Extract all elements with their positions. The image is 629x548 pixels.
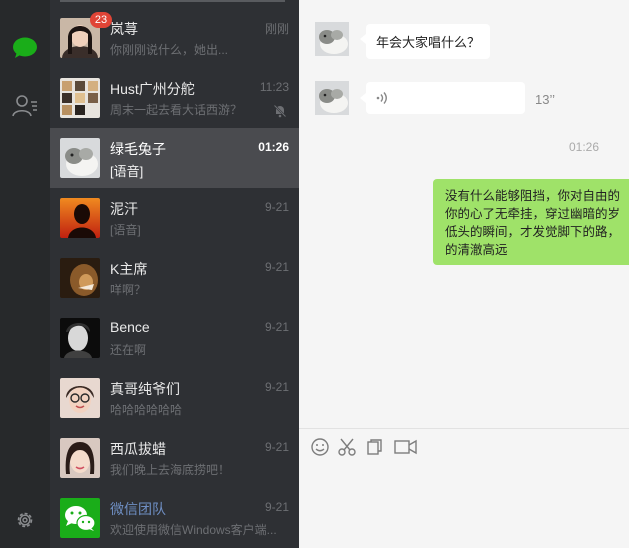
conversation-time: 9-21 <box>264 260 289 274</box>
voice-duration: 13’’ <box>535 92 556 107</box>
conversation-preview: 哈哈哈哈哈哈 <box>110 403 183 417</box>
conversation-name: 岚荨 <box>110 21 138 37</box>
chat-bubble-icon <box>13 37 37 58</box>
conversation-item[interactable]: 微信团队 9-21 欢迎使用微信Windows客户端... <box>50 488 299 548</box>
message-line: 你的心了无牵挂，穿过幽暗的岁 <box>445 207 621 221</box>
avatar <box>60 258 100 298</box>
contacts-tab[interactable] <box>0 86 50 126</box>
message-line: 低头的瞬间，才发觉脚下的路， <box>445 225 621 239</box>
contacts-icon <box>12 95 37 117</box>
conversation-time: 刚刚 <box>264 22 289 36</box>
avatar <box>60 318 100 358</box>
settings-button[interactable] <box>0 500 50 540</box>
conversation-item[interactable]: 23 岚荨 刚刚 你刚刚说什么，她出... <box>50 8 299 68</box>
list-top-divider <box>60 0 285 2</box>
conversation-name: 西瓜拔蜡 <box>110 441 166 457</box>
message-line: 的清澈高远 <box>445 243 508 257</box>
avatar <box>60 78 100 118</box>
avatar <box>60 498 100 538</box>
voice-message-bubble[interactable] <box>360 82 525 114</box>
conversation-preview: [语音] <box>110 223 141 237</box>
copy-icon <box>367 439 382 455</box>
conversation-name: 真哥纯爷们 <box>110 381 180 397</box>
video-call-icon <box>394 439 417 455</box>
conversation-time: 9-21 <box>264 200 289 214</box>
avatar <box>60 378 100 418</box>
conversation-item[interactable]: 西瓜拔蜡 9-21 我们晚上去海底捞吧！ <box>50 428 299 488</box>
scissors-icon <box>338 438 356 456</box>
conversation-time: 11:23 <box>259 80 289 94</box>
conversation-item[interactable]: 绿毛兔子 01:26 [语音] <box>50 128 299 188</box>
conversation-item[interactable]: Bence 9-21 还在啊 <box>50 308 299 368</box>
contact-avatar[interactable] <box>315 22 349 56</box>
conversation-preview: 周末一起去看大话西游？ <box>110 103 243 117</box>
video-call-button[interactable] <box>393 436 419 458</box>
input-divider <box>299 428 629 429</box>
conversation-time: 9-21 <box>264 500 289 514</box>
message-line: 没有什么能够阻挡，你对自由的 <box>445 189 621 203</box>
conversation-name: K主席 <box>110 261 148 277</box>
conversation-name: 微信团队 <box>110 501 166 517</box>
conversation-list[interactable]: 23 岚荨 刚刚 你刚刚说什么，她出... Hust广州分舵 11:23 周末一… <box>50 0 299 548</box>
chat-panel: 年会大家唱什么？ 13’’ 01:26 没有什么能够阻挡，你对自由的 你的心了无… <box>299 0 629 548</box>
conversation-name: 绿毛兔子 <box>110 141 166 157</box>
conversation-name: 泥汗 <box>110 201 138 217</box>
voice-wave-icon <box>376 92 387 104</box>
outgoing-text-bubble[interactable]: 没有什么能够阻挡，你对自由的 你的心了无牵挂，穿过幽暗的岁 低头的瞬间，才发觉脚… <box>433 179 629 265</box>
conversation-preview: [语音] <box>110 164 144 179</box>
conversation-item[interactable]: 真哥纯爷们 9-21 哈哈哈哈哈哈 <box>50 368 299 428</box>
conversation-name: Hust广州分舵 <box>110 81 195 97</box>
emoji-button[interactable] <box>309 436 331 458</box>
wechat-logo-icon <box>60 498 100 538</box>
conversation-time: 9-21 <box>264 320 289 334</box>
conversation-time: 9-21 <box>264 440 289 454</box>
conversation-preview: 你刚刚说什么，她出... <box>110 43 229 57</box>
conversation-preview: 还在啊 <box>110 343 147 357</box>
left-rail <box>0 0 50 548</box>
unread-badge: 23 <box>90 12 112 28</box>
conversation-preview: 欢迎使用微信Windows客户端... <box>110 523 277 537</box>
incoming-text-bubble[interactable]: 年会大家唱什么？ <box>359 24 491 59</box>
message-timestamp: 01:26 <box>299 140 629 154</box>
timestamp-text: 01:26 <box>568 140 600 154</box>
screenshot-button[interactable] <box>336 436 358 458</box>
conversation-item[interactable]: 泥汗 9-21 [语音] <box>50 188 299 248</box>
conversation-preview: 咩啊？ <box>110 283 147 297</box>
gear-icon <box>17 512 33 528</box>
contact-avatar[interactable] <box>315 81 349 115</box>
conversation-name: Bence <box>110 319 150 335</box>
conversation-preview: 我们晚上去海底捞吧！ <box>110 463 231 477</box>
avatar <box>60 138 100 178</box>
conversation-time: 01:26 <box>258 140 289 154</box>
conversation-item[interactable]: Hust广州分舵 11:23 周末一起去看大话西游？ <box>50 68 299 128</box>
mute-bell-icon <box>273 104 287 118</box>
avatar <box>60 198 100 238</box>
conversation-item[interactable]: K主席 9-21 咩啊？ <box>50 248 299 308</box>
avatar <box>60 438 100 478</box>
conversation-time: 9-21 <box>264 380 289 394</box>
emoji-icon <box>311 438 329 456</box>
chat-tab[interactable] <box>0 28 50 68</box>
file-button[interactable] <box>364 436 386 458</box>
